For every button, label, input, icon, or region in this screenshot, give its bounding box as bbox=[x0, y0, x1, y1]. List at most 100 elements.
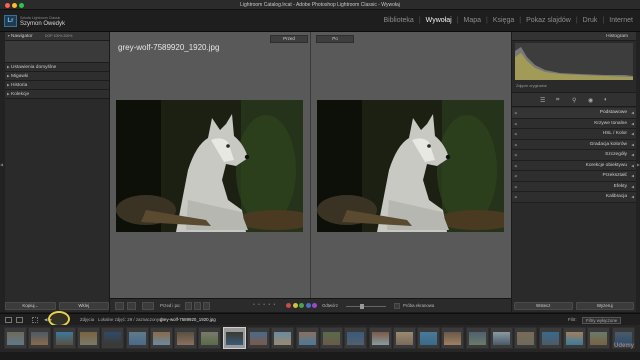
slider-knob[interactable] bbox=[360, 304, 364, 309]
wolf-photo-before[interactable] bbox=[116, 100, 303, 232]
color-labels[interactable] bbox=[286, 303, 317, 308]
panel-presets[interactable]: ▶ Ustawienia domyślne bbox=[5, 63, 109, 72]
section-label: Gradacja kolorów bbox=[589, 141, 627, 147]
panel-history[interactable]: ▶ Historia bbox=[5, 81, 109, 90]
paste-settings-button[interactable]: Wklej bbox=[58, 302, 109, 310]
filter-dropdown[interactable]: Filtry wyłączone bbox=[582, 317, 622, 324]
current-file-label[interactable]: grey-wolf-7589920_1920.jpg bbox=[160, 317, 216, 322]
right-panel-toggle[interactable]: ▶ bbox=[636, 32, 640, 312]
screen-2-icon[interactable] bbox=[16, 317, 23, 323]
blue-label-swatch[interactable] bbox=[305, 303, 311, 308]
filmstrip-thumbnail[interactable] bbox=[101, 327, 125, 349]
panel-collections[interactable]: ▶ Kolekcje bbox=[5, 90, 109, 99]
loupe-view-button[interactable] bbox=[115, 302, 124, 310]
filter-label: Filtr: bbox=[568, 317, 577, 322]
filmstrip-thumbnail[interactable] bbox=[271, 327, 295, 349]
thumbnail-image bbox=[55, 332, 73, 345]
filmstrip-thumbnail[interactable] bbox=[368, 327, 392, 349]
swap-before-after-button[interactable] bbox=[185, 302, 192, 310]
filmstrip-thumbnail[interactable] bbox=[392, 327, 416, 349]
yy-view-button[interactable] bbox=[127, 302, 136, 310]
expand-triangle-icon: ◀ bbox=[631, 132, 634, 136]
section-basic[interactable]: ◀ Podstawowe ◀ bbox=[512, 108, 636, 119]
section-detail[interactable]: ◀ Szczegóły ◀ bbox=[512, 150, 636, 161]
red-label-swatch[interactable] bbox=[286, 303, 291, 308]
mask-icon[interactable]: ◐ bbox=[604, 97, 608, 103]
section-tone-curve[interactable]: ◀ Krzywe tonalne ◀ bbox=[512, 118, 636, 129]
redeye-icon[interactable]: ◉ bbox=[588, 97, 593, 104]
filmstrip-thumbnail[interactable] bbox=[490, 327, 513, 349]
softproof-checkbox[interactable] bbox=[394, 303, 400, 309]
before-pane[interactable]: grey-wolf-7589920_1920.jpg Przed bbox=[110, 32, 310, 298]
copy-after-to-before-button[interactable] bbox=[203, 302, 210, 310]
crop-icon[interactable]: ⌗ bbox=[556, 97, 559, 104]
rating-stars[interactable]: • • • • • bbox=[253, 302, 276, 308]
yellow-label-swatch[interactable] bbox=[292, 303, 298, 308]
filmstrip-thumbnail-selected[interactable] bbox=[222, 327, 246, 349]
source-label[interactable]: Zdjęcia bbox=[80, 317, 94, 322]
filmstrip-thumbnail[interactable] bbox=[465, 327, 489, 349]
module-slideshow[interactable]: Pokaz slajdów bbox=[526, 17, 571, 24]
histogram[interactable] bbox=[515, 43, 633, 80]
expand-triangle-icon: ◀ bbox=[631, 142, 634, 147]
navigator-zoom-options[interactable]: DOP 100% 200% bbox=[45, 32, 72, 41]
before-label: Przed bbox=[270, 35, 308, 43]
thumbnail-image bbox=[128, 332, 146, 345]
section-arrow-icon: ◀ bbox=[514, 121, 517, 126]
filmstrip-thumbnail[interactable] bbox=[295, 327, 319, 349]
section-lens-corrections[interactable]: ◀ Korekcje obiektywu ◀ bbox=[512, 160, 636, 171]
module-map[interactable]: Mapa bbox=[463, 17, 481, 24]
module-book[interactable]: Księga bbox=[493, 17, 514, 24]
slideshow-speed-slider[interactable] bbox=[346, 306, 386, 307]
before-after-mode-button[interactable] bbox=[142, 302, 154, 310]
expand-triangle-icon: ◀ bbox=[631, 184, 634, 189]
filmstrip-thumbnail[interactable] bbox=[587, 327, 611, 349]
previous-button[interactable]: Wstecz bbox=[514, 302, 573, 310]
section-label: HSL / Kolor bbox=[602, 131, 627, 136]
filmstrip-thumbnail[interactable] bbox=[417, 327, 441, 349]
filmstrip-thumbnail[interactable] bbox=[198, 327, 222, 349]
expand-triangle-icon: ◀ bbox=[631, 163, 634, 168]
panel-snapshots[interactable]: ▶ Migawki bbox=[5, 72, 109, 81]
copy-settings-button[interactable]: Kopiuj... bbox=[5, 302, 56, 310]
filmstrip-thumbnail[interactable] bbox=[514, 327, 538, 349]
filmstrip-thumbnail[interactable] bbox=[76, 327, 100, 349]
thumbnail-image bbox=[225, 332, 243, 345]
sliders-icon[interactable]: ☰ bbox=[540, 97, 545, 104]
module-print[interactable]: Druk bbox=[583, 17, 598, 24]
after-pane[interactable]: Po bbox=[311, 32, 511, 298]
screen-1-icon[interactable] bbox=[5, 317, 12, 323]
thumbnail-image bbox=[201, 332, 219, 345]
navigator-preview[interactable] bbox=[5, 41, 109, 63]
heal-icon[interactable]: ⚲ bbox=[572, 97, 576, 104]
filmstrip-thumbnail[interactable] bbox=[562, 327, 586, 349]
collapse-triangle-icon: ▼ bbox=[7, 34, 11, 38]
filmstrip-thumbnail[interactable] bbox=[247, 327, 270, 349]
filmstrip-thumbnail[interactable] bbox=[52, 327, 76, 349]
wolf-photo-after[interactable] bbox=[317, 100, 504, 232]
histogram-header[interactable]: Histogram bbox=[512, 32, 636, 41]
section-color-grading[interactable]: ◀ Gradacja kolorów ◀ bbox=[512, 139, 636, 150]
filmstrip-thumbnail[interactable] bbox=[538, 327, 562, 349]
section-calibration[interactable]: ◀ Kalibracja ◀ bbox=[512, 192, 636, 203]
filmstrip-thumbnail[interactable] bbox=[174, 327, 198, 349]
section-transform[interactable]: ◀ Przekształć ◀ bbox=[512, 171, 636, 182]
filmstrip-thumbnail[interactable] bbox=[344, 327, 368, 349]
module-library[interactable]: Biblioteka bbox=[383, 17, 413, 24]
green-label-swatch[interactable] bbox=[299, 303, 304, 308]
module-web[interactable]: Internet bbox=[609, 17, 633, 24]
filmstrip-thumbnail[interactable] bbox=[319, 327, 343, 349]
filmstrip-thumbnail[interactable] bbox=[125, 327, 149, 349]
reset-button[interactable]: Wyzeruj bbox=[575, 302, 634, 310]
grid-icon[interactable] bbox=[32, 317, 38, 323]
filmstrip-thumbnail[interactable] bbox=[149, 327, 173, 349]
filmstrip-thumbnail[interactable] bbox=[28, 327, 52, 349]
purple-label-swatch[interactable] bbox=[312, 303, 317, 308]
module-develop[interactable]: Wywołaj bbox=[426, 17, 452, 24]
copy-before-to-after-button[interactable] bbox=[194, 302, 201, 310]
filmstrip-thumbnail[interactable] bbox=[4, 327, 27, 349]
section-effects[interactable]: ◀ Efekty ◀ bbox=[512, 181, 636, 192]
filmstrip-thumbnail[interactable] bbox=[441, 327, 465, 349]
navigator-header[interactable]: ▼ Nawigator DOP 100% 200% bbox=[5, 32, 109, 41]
section-hsl[interactable]: ◀ HSL / Kolor ◀ bbox=[512, 129, 636, 140]
